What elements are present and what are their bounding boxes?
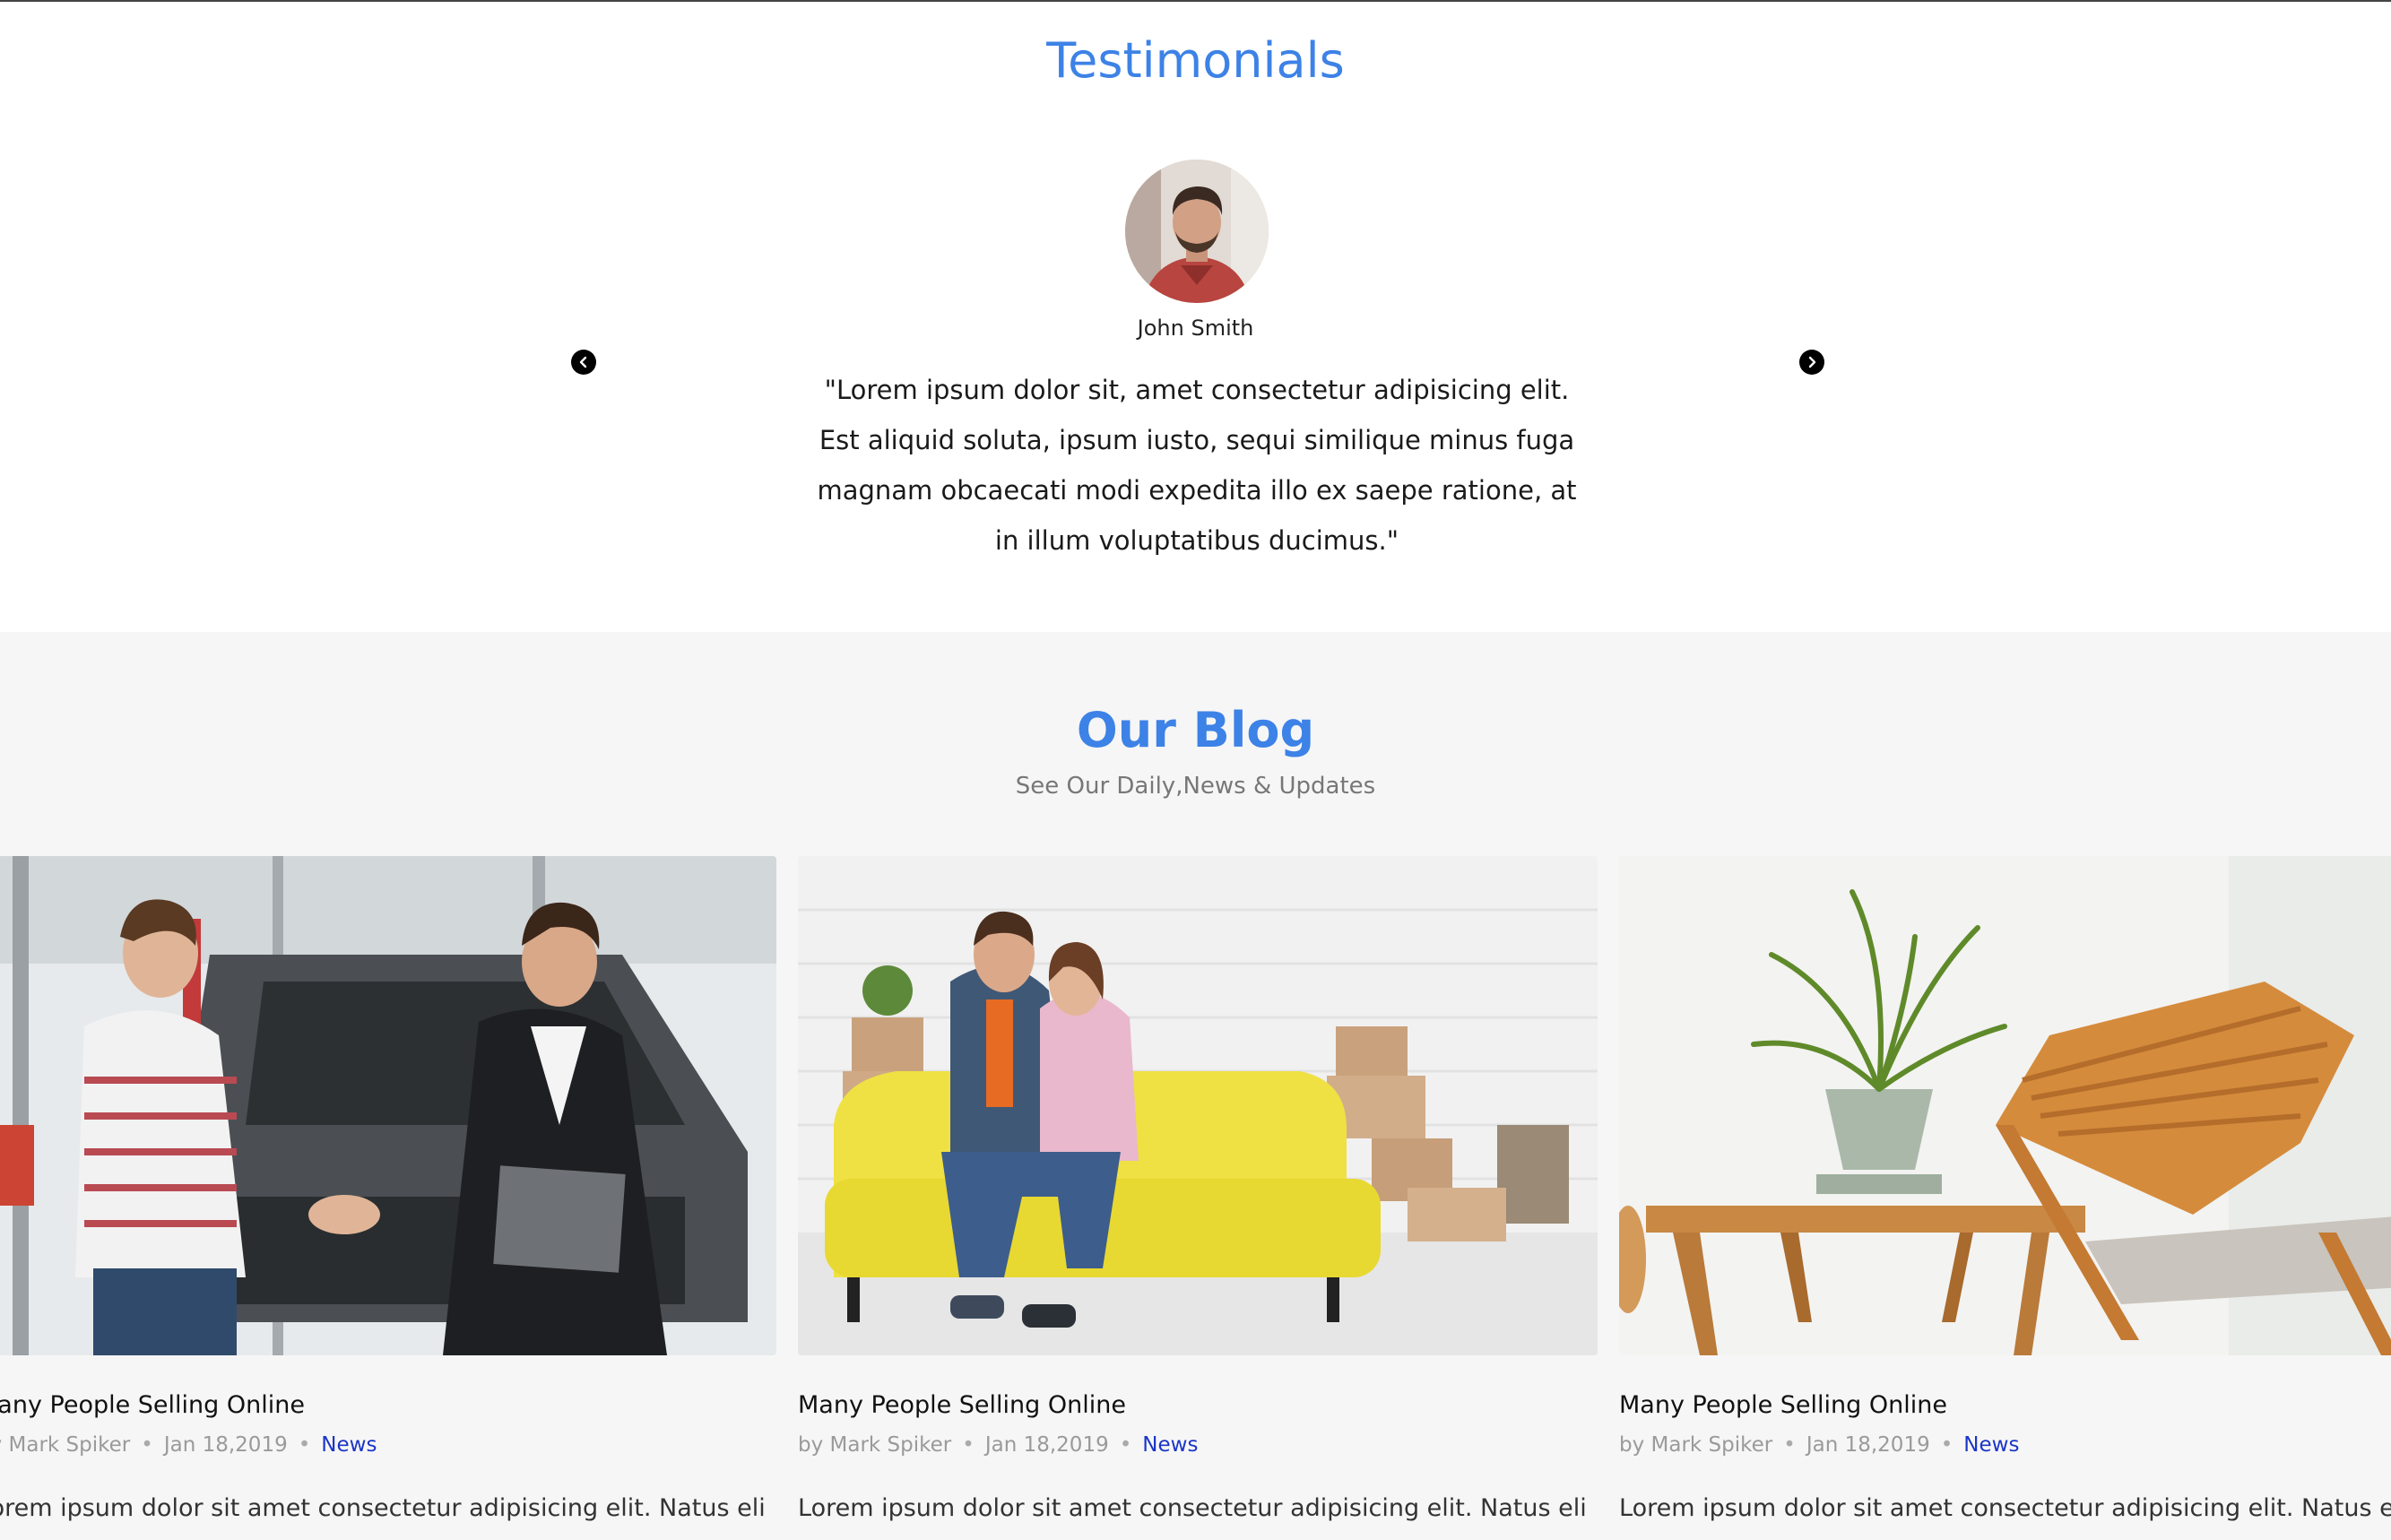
testimonials-section: Testimonials John Smith "Lorem ipsum dol… xyxy=(0,2,2391,632)
blog-card-image[interactable] xyxy=(1619,856,2391,1355)
blog-card[interactable]: Many People Selling Online by Mark Spike… xyxy=(798,856,1598,1540)
meta-separator: • xyxy=(1119,1433,1132,1457)
blog-card-title[interactable]: Many People Selling Online xyxy=(1619,1391,1947,1419)
blog-card[interactable]: Many People Selling Online by Mark Spike… xyxy=(1619,856,2391,1540)
blog-card-excerpt: Lorem ipsum dolor sit amet consectetur a… xyxy=(0,1494,766,1522)
blog-card-excerpt: Lorem ipsum dolor sit amet consectetur a… xyxy=(798,1494,1587,1522)
blog-card-title[interactable]: Many People Selling Online xyxy=(798,1391,1126,1419)
blog-card-meta: by Mark Spiker • Jan 18,2019 • News xyxy=(1619,1433,2019,1457)
blog-card-date: Jan 18,2019 xyxy=(163,1433,288,1457)
testimonial-next-button[interactable] xyxy=(1799,350,1824,375)
blog-card-image[interactable] xyxy=(0,856,776,1355)
testimonial-author-name: John Smith xyxy=(1137,316,1254,341)
testimonial-prev-button[interactable] xyxy=(571,350,596,375)
blog-card-date: Jan 18,2019 xyxy=(1806,1433,1930,1457)
blog-card-meta: by Mark Spiker • Jan 18,2019 • News xyxy=(798,1433,1198,1457)
chevron-left-icon xyxy=(579,356,587,368)
testimonials-title: Testimonials xyxy=(1046,32,1345,89)
blog-card-author: by Mark Spiker xyxy=(0,1433,131,1457)
blog-section: Our Blog See Our Daily,News & Updates Ma… xyxy=(0,632,2391,1540)
testimonial-avatar xyxy=(1125,160,1269,303)
blog-card-title[interactable]: Many People Selling Online xyxy=(0,1391,305,1419)
meta-separator: • xyxy=(962,1433,975,1457)
blog-card-date: Jan 18,2019 xyxy=(984,1433,1109,1457)
blog-card-category-link[interactable]: News xyxy=(1142,1433,1198,1457)
blog-card-meta: by Mark Spiker • Jan 18,2019 • News xyxy=(0,1433,377,1457)
blog-card-image[interactable] xyxy=(798,856,1598,1355)
meta-separator: • xyxy=(298,1433,311,1457)
meta-separator: • xyxy=(1940,1433,1954,1457)
testimonial-quote: "Lorem ipsum dolor sit, amet consectetur… xyxy=(817,375,1577,556)
chevron-right-icon xyxy=(1808,356,1816,368)
blog-card-author: by Mark Spiker xyxy=(798,1433,952,1457)
blog-subtitle: See Our Daily,News & Updates xyxy=(1015,773,1376,800)
blog-card-author: by Mark Spiker xyxy=(1619,1433,1773,1457)
blog-card-excerpt: Lorem ipsum dolor sit amet consectetur a… xyxy=(1619,1494,2391,1522)
blog-card-category-link[interactable]: News xyxy=(1963,1433,2019,1457)
meta-separator: • xyxy=(141,1433,153,1457)
blog-card-category-link[interactable]: News xyxy=(321,1433,377,1457)
blog-card[interactable]: Many People Selling Online by Mark Spike… xyxy=(0,856,776,1540)
meta-separator: • xyxy=(1783,1433,1796,1457)
blog-title: Our Blog xyxy=(1076,702,1315,758)
